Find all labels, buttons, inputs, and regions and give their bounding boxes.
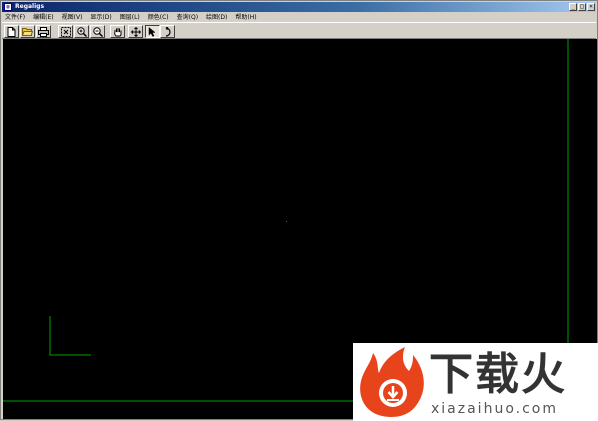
toolbar	[2, 22, 596, 39]
menu-view[interactable]: 视图(V)	[58, 13, 87, 22]
pan-hand-icon	[113, 27, 122, 36]
zoom-extents-icon	[60, 26, 71, 37]
move-button[interactable]	[128, 25, 143, 38]
menu-layer[interactable]: 图层(L)	[116, 13, 144, 22]
watermark-logo: 下载火 xiazaihuo.com	[353, 343, 598, 421]
zoom-extents-button[interactable]	[58, 25, 73, 38]
menu-display[interactable]: 显示(D)	[86, 13, 115, 22]
print-button[interactable]	[36, 25, 51, 38]
app-window: ▥ Regaligs _ □ × 文件(F) 编辑(E) 视图(V) 显示(D)…	[0, 0, 598, 421]
pan-button[interactable]	[110, 25, 125, 38]
menu-edit[interactable]: 编辑(E)	[29, 13, 57, 22]
zoom-out-icon	[92, 26, 103, 37]
menu-color[interactable]: 颜色(C)	[144, 13, 173, 22]
select-button[interactable]	[145, 25, 160, 38]
ucs-axis-icon	[49, 316, 91, 356]
close-button[interactable]: ×	[587, 3, 595, 11]
select-arrow-icon	[148, 26, 156, 37]
rotate-icon	[165, 26, 171, 37]
title-bar[interactable]: ▥ Regaligs _ □ ×	[2, 2, 596, 12]
app-icon: ▥	[4, 3, 12, 11]
menu-file[interactable]: 文件(F)	[2, 13, 29, 22]
open-file-button[interactable]	[20, 25, 35, 38]
window-title: Regaligs	[15, 3, 45, 10]
move-icon	[130, 26, 141, 37]
rotate-button[interactable]	[160, 25, 175, 38]
new-file-button[interactable]	[4, 25, 19, 38]
print-icon	[38, 26, 49, 37]
menu-draw[interactable]: 绘图(D)	[202, 13, 231, 22]
canvas-origin-point	[286, 221, 287, 222]
menu-bar: 文件(F) 编辑(E) 视图(V) 显示(D) 图层(L) 颜色(C) 查询(Q…	[2, 12, 596, 22]
watermark-domain: xiazaihuo.com	[431, 401, 558, 417]
open-folder-icon	[22, 28, 33, 36]
new-file-icon	[7, 26, 16, 37]
menu-help[interactable]: 帮助(H)	[231, 13, 260, 22]
watermark-brand: 下载火	[429, 349, 567, 400]
menu-query[interactable]: 查询(Q)	[173, 13, 202, 22]
zoom-in-icon	[76, 26, 87, 37]
minimize-button[interactable]: _	[569, 3, 577, 11]
maximize-button[interactable]: □	[578, 3, 586, 11]
window-controls: _ □ ×	[569, 3, 595, 11]
zoom-out-button[interactable]	[90, 25, 105, 38]
zoom-in-button[interactable]	[74, 25, 89, 38]
flame-logo-icon	[360, 347, 424, 417]
